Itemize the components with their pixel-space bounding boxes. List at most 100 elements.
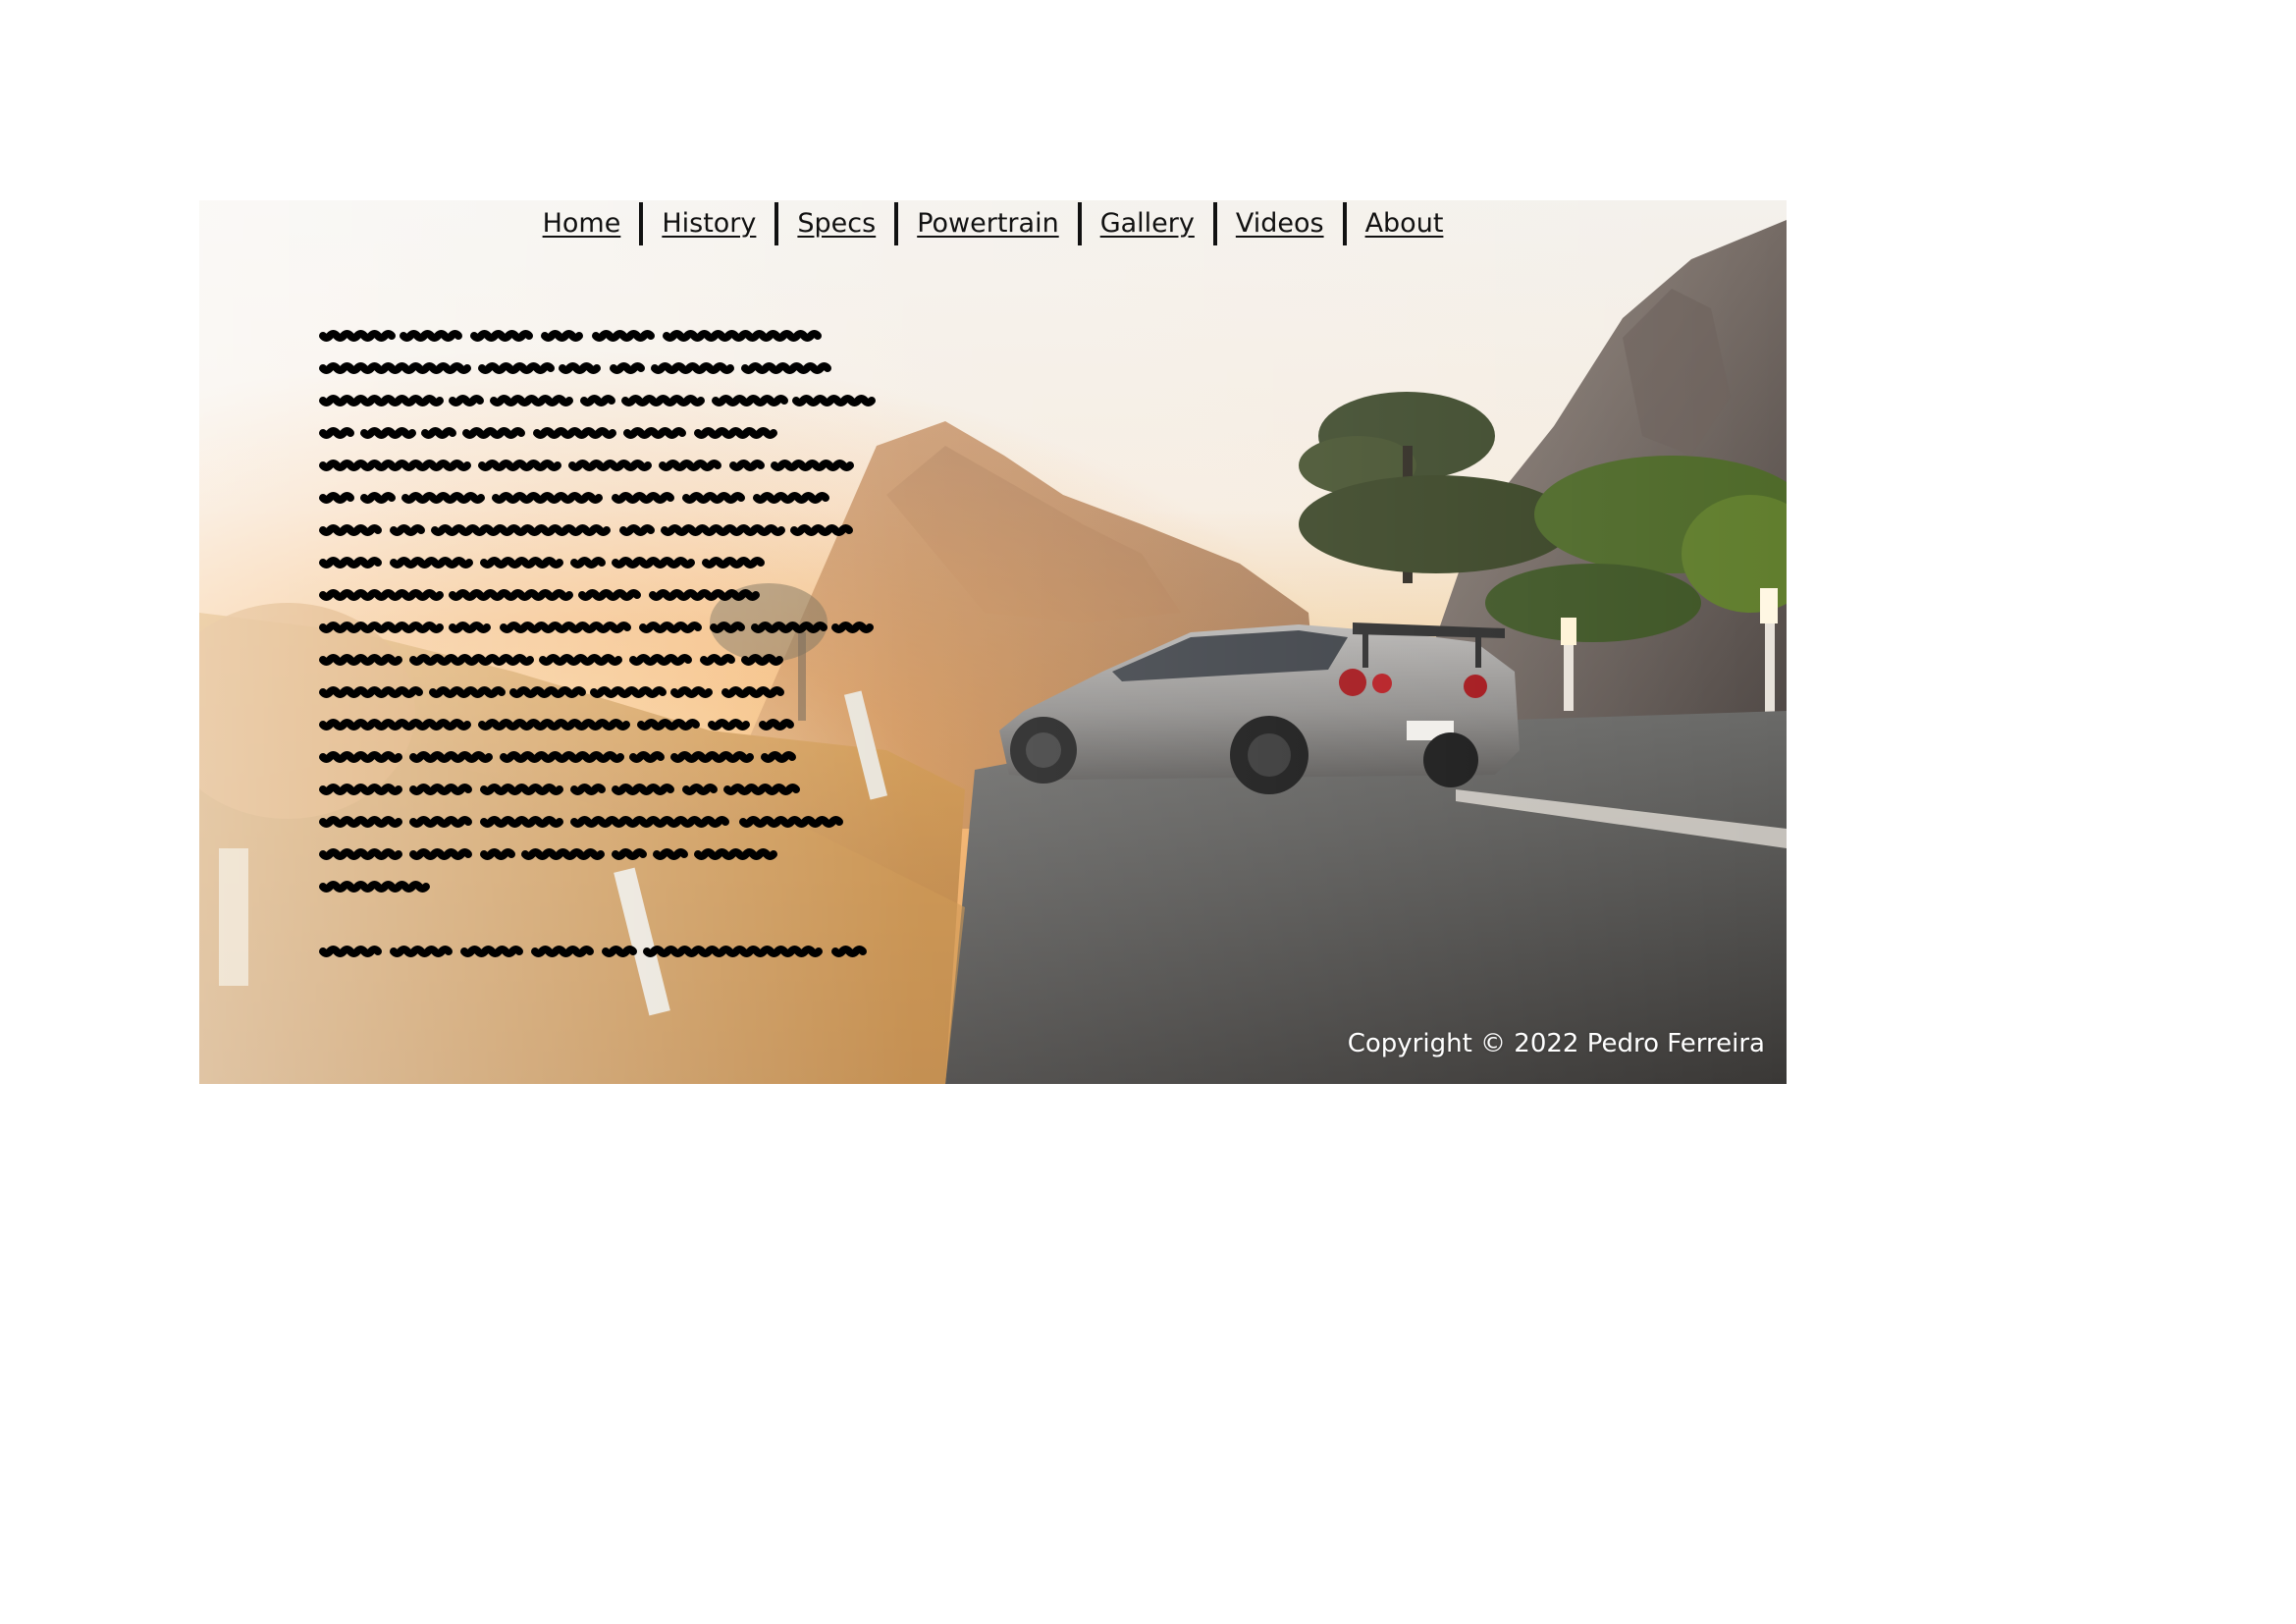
nav-item-history: History xyxy=(643,200,774,247)
redacted-word xyxy=(360,427,416,439)
redacted-word xyxy=(761,751,796,763)
redacted-word xyxy=(712,395,788,406)
redacted-word xyxy=(568,460,652,471)
redacted-word xyxy=(521,848,605,860)
redacted-word xyxy=(590,686,667,698)
redacted-word xyxy=(570,784,606,795)
redacted-word xyxy=(559,362,601,374)
nav-item-home: Home xyxy=(524,200,640,247)
redacted-word xyxy=(319,946,382,957)
redacted-word xyxy=(500,751,624,763)
redacted-word xyxy=(360,492,396,504)
redacted-word xyxy=(578,589,641,601)
nav-link-history[interactable]: History xyxy=(643,200,774,247)
redacted-word xyxy=(710,622,745,633)
redacted-word xyxy=(409,751,493,763)
redacted-word xyxy=(409,848,472,860)
redacted-word xyxy=(460,946,523,957)
redacted-word xyxy=(708,719,750,731)
redacted-word xyxy=(390,524,425,536)
redacted-word xyxy=(319,686,423,698)
redacted-word xyxy=(401,492,485,504)
nav-link-home[interactable]: Home xyxy=(524,200,640,247)
redacted-word xyxy=(670,686,713,698)
redacted-word xyxy=(480,816,563,828)
redacted-word xyxy=(531,946,594,957)
nav-item-about: About xyxy=(1347,200,1463,247)
redacted-word xyxy=(390,946,453,957)
nav-item-powertrain: Powertrain xyxy=(898,200,1077,247)
nav-link-gallery[interactable]: Gallery xyxy=(1082,200,1213,247)
nav-link-powertrain[interactable]: Powertrain xyxy=(898,200,1077,247)
redacted-word xyxy=(682,492,745,504)
nav-item-videos: Videos xyxy=(1217,200,1343,247)
redacted-word xyxy=(319,719,471,731)
nav-link-videos[interactable]: Videos xyxy=(1217,200,1343,247)
redacted-word xyxy=(741,362,831,374)
redacted-word xyxy=(629,654,692,666)
redacted-word xyxy=(492,492,603,504)
redacted-word xyxy=(753,492,829,504)
redacted-word xyxy=(319,654,402,666)
redacted-word xyxy=(653,848,688,860)
redacted-word xyxy=(470,330,533,342)
redacted-word xyxy=(478,460,561,471)
redacted-word xyxy=(319,395,444,406)
redacted-word xyxy=(449,395,484,406)
redacted-word xyxy=(651,362,734,374)
redacted-word xyxy=(390,557,473,568)
redacted-word xyxy=(610,362,645,374)
redacted-word xyxy=(621,395,705,406)
redacted-word xyxy=(663,330,822,342)
redacted-word xyxy=(509,686,586,698)
redacted-word xyxy=(694,427,777,439)
redacted-word xyxy=(790,524,853,536)
redacted-word xyxy=(319,492,354,504)
redacted-word xyxy=(580,395,615,406)
redacted-word xyxy=(500,622,631,633)
redacted-word xyxy=(480,784,563,795)
redacted-word xyxy=(751,622,828,633)
redacted-word xyxy=(319,427,354,439)
redacted-word xyxy=(612,492,674,504)
redacted-word xyxy=(541,330,583,342)
redacted-word xyxy=(449,622,491,633)
copyright-text: Copyright © 2022 Pedro Ferreira xyxy=(1347,1029,1765,1058)
redacted-word xyxy=(478,362,555,374)
redacted-word xyxy=(741,654,783,666)
redacted-word xyxy=(570,816,729,828)
redacted-word xyxy=(619,524,655,536)
redacted-word xyxy=(480,557,563,568)
redacted-word xyxy=(721,686,784,698)
redacted-word xyxy=(319,751,402,763)
redacted-word xyxy=(629,751,665,763)
redacted-word xyxy=(792,395,876,406)
redacted-word xyxy=(570,557,606,568)
redacted-word xyxy=(319,589,444,601)
redacted-word xyxy=(449,589,573,601)
redacted-word xyxy=(490,395,573,406)
redacted-word xyxy=(759,719,794,731)
redacted-word xyxy=(478,719,630,731)
redacted-word xyxy=(659,460,721,471)
redacted-word xyxy=(739,816,843,828)
redacted-word xyxy=(319,362,471,374)
redacted-word xyxy=(700,654,735,666)
redacted-word xyxy=(643,946,823,957)
redacted-word xyxy=(612,784,674,795)
hero-section: Home History Specs Powertrain Gallery Vi… xyxy=(199,200,1787,1084)
redacted-word xyxy=(319,816,402,828)
redacted-word xyxy=(612,848,647,860)
redacted-word xyxy=(319,848,402,860)
nav-link-about[interactable]: About xyxy=(1347,200,1463,247)
redacted-text-scribbles xyxy=(319,330,876,957)
redacted-word xyxy=(319,622,444,633)
redacted-word xyxy=(670,751,754,763)
redacted-word xyxy=(831,946,867,957)
redacted-word xyxy=(771,460,854,471)
redacted-word xyxy=(421,427,456,439)
redacted-word xyxy=(694,848,777,860)
nav-link-specs[interactable]: Specs xyxy=(778,200,894,247)
redacted-word xyxy=(602,946,637,957)
redacted-word xyxy=(649,589,760,601)
